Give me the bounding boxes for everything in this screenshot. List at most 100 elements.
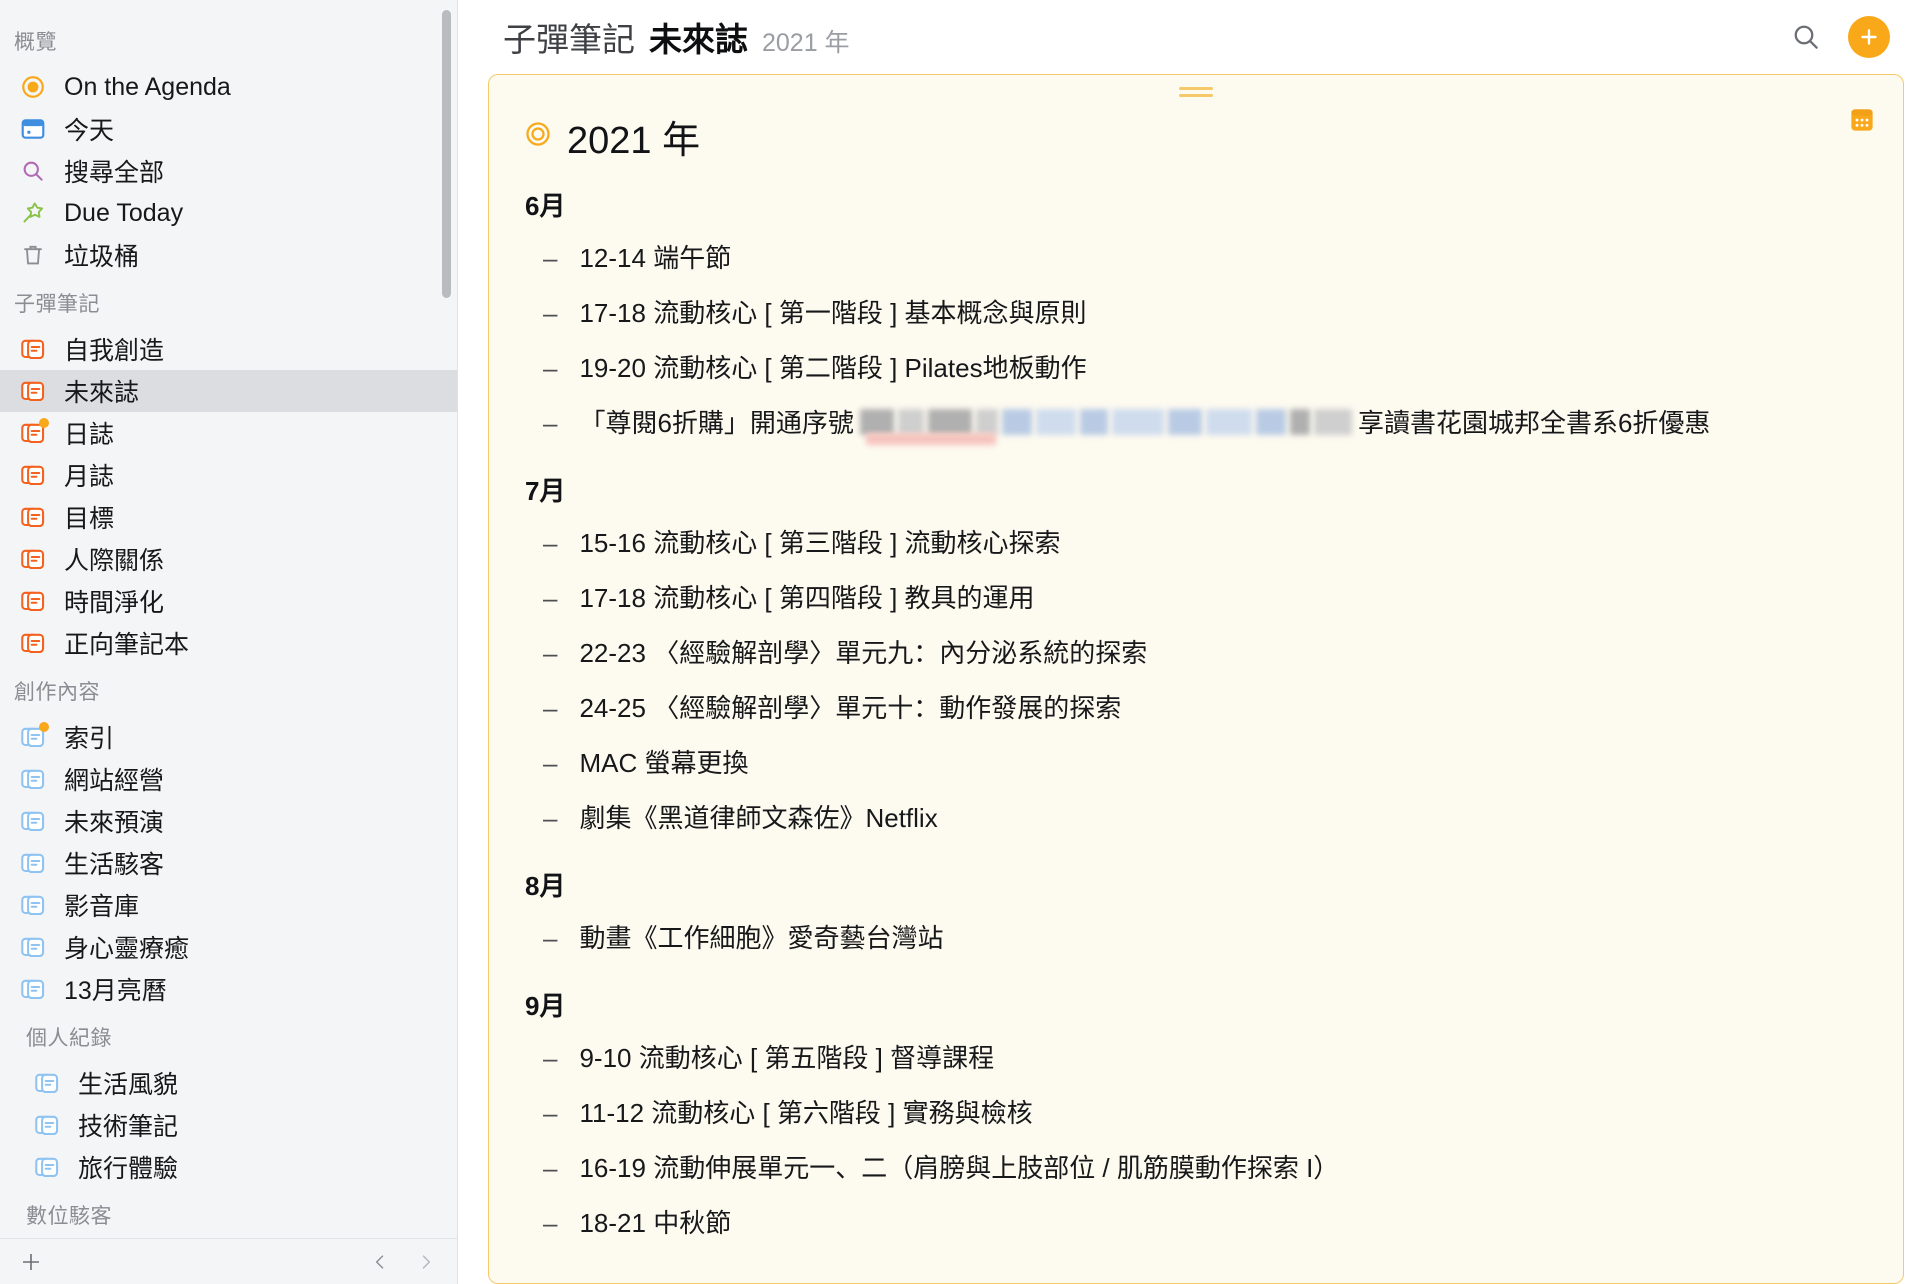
bullet-dash-icon: – — [543, 1153, 558, 1183]
card-title: 2021 年 — [567, 120, 701, 162]
target-circle-icon — [523, 119, 553, 154]
sidebar-item-label: 時間淨化 — [64, 589, 165, 617]
log-entry-text: 15-16 流動核心 [ 第三階段 ] 流動核心探索 — [579, 528, 1061, 558]
log-entry[interactable]: –17-18 流動核心 [ 第四階段 ] 教具的運用 — [523, 569, 1869, 624]
sidebar-item-label: 人際關係 — [64, 547, 165, 575]
app-window: 概覽 On the Agenda 今天 搜尋全部 Due Today 垃圾桶 子彈筆記 自我… — [0, 0, 1920, 1284]
sidebar-item-旅行體驗[interactable]: 旅行體驗 — [0, 1146, 457, 1188]
month-heading: 8月 — [525, 871, 566, 901]
log-entry[interactable]: – 劇集《黑道律師文森佐》Netflix — [523, 789, 1869, 844]
log-entry-text: 12-14 端午節 — [579, 243, 732, 273]
add-entry-button[interactable] — [1848, 16, 1890, 58]
search-icon[interactable] — [1790, 21, 1822, 53]
log-entry-text: 17-18 流動核心 [ 第一階段 ] 基本概念與原則 — [579, 298, 1087, 328]
sidebar-item-網站經營[interactable]: 網站經營 — [0, 758, 457, 800]
log-entry-text-after: 享讀書花園城邦全書系6折優惠 — [1357, 408, 1711, 438]
calendar-icon[interactable] — [1847, 105, 1877, 140]
sidebar-item-13月亮曆[interactable]: 13月亮曆 — [0, 968, 457, 1010]
sidebar-item-人際關係[interactable]: 人際關係 — [0, 538, 457, 580]
unread-badge-dot — [39, 722, 49, 732]
sidebar-item-label: 旅行體驗 — [78, 1155, 179, 1183]
sidebar-item-On the Agenda[interactable]: On the Agenda — [0, 66, 457, 108]
card-title-row: 2021 年 — [523, 109, 1869, 164]
bullet-dash-icon: – — [543, 748, 558, 778]
log-entry[interactable]: – 「尊閱6折購」開通序號 享讀書花園城邦全書系6折優惠 — [523, 394, 1869, 449]
notes-stack-icon — [32, 1068, 62, 1098]
month-heading: 9月 — [525, 991, 566, 1021]
log-entry-text-before: 「尊閱6折購」開通序號 — [579, 408, 854, 438]
log-entry[interactable]: – MAC 螢幕更換 — [523, 734, 1869, 789]
sidebar-item-生活風貌[interactable]: 生活風貌 — [0, 1062, 457, 1104]
next-button[interactable] — [409, 1245, 443, 1279]
notes-stack-icon — [18, 544, 48, 574]
sidebar-item-未來預演[interactable]: 未來預演 — [0, 800, 457, 842]
month-heading: 7月 — [525, 476, 566, 506]
sidebar-item-Due Today[interactable]: Due Today — [0, 192, 457, 234]
notes-stack-icon — [18, 502, 48, 532]
log-entry-text: 24-25 〈經驗解剖學〉單元十：動作發展的探索 — [579, 693, 1122, 723]
log-entry[interactable]: –11-12 流動核心 [ 第六階段 ] 實務與檢核 — [523, 1084, 1869, 1139]
main-panel: 子彈筆記 未來誌 2021 年 2021 年 6月 – 12-14 端午節 – … — [458, 0, 1920, 1284]
sidebar-item-label: 未來預演 — [64, 809, 165, 837]
page-subtitle: 2021 年 — [762, 29, 850, 57]
sidebar-item-月誌[interactable]: 月誌 — [0, 454, 457, 496]
log-entry-text: 17-18 流動核心 [ 第四階段 ] 教具的運用 — [579, 583, 1035, 613]
pin-star-icon — [18, 198, 48, 228]
log-entry[interactable]: –9-10 流動核心 [ 第五階段 ] 督導課程 — [523, 1029, 1869, 1084]
bullet-dash-icon: – — [543, 1043, 558, 1073]
bullet-dash-icon: – — [543, 803, 558, 833]
sidebar-item-時間淨化[interactable]: 時間淨化 — [0, 580, 457, 622]
log-entry[interactable]: –24-25 〈經驗解剖學〉單元十：動作發展的探索 — [523, 679, 1869, 734]
breadcrumb-collection[interactable]: 子彈筆記 — [503, 13, 635, 61]
sidebar-item-label: Due Today — [64, 198, 184, 227]
bullet-dash-icon: – — [543, 1208, 558, 1238]
unread-badge-dot — [39, 418, 49, 428]
notes-stack-icon — [18, 460, 48, 490]
sidebar-item-影音庫[interactable]: 影音庫 — [0, 884, 457, 926]
sidebar-item-label: 未來誌 — [64, 379, 140, 407]
redacted-serial-number — [859, 408, 1352, 445]
sidebar-item-label: 目標 — [64, 505, 115, 533]
log-entry-text: 22-23 〈經驗解剖學〉單元九：內分泌系統的探索 — [579, 638, 1148, 668]
log-entry[interactable]: –19-20 流動核心 [ 第二階段 ] Pilates地板動作 — [523, 339, 1869, 394]
search-icon — [18, 156, 48, 186]
notes-stack-icon — [18, 974, 48, 1004]
card-area: 2021 年 6月 –12-14 端午節 –17-18 流動核心 [ 第一階段 ] … — [458, 74, 1920, 1284]
notes-stack-icon — [18, 334, 48, 364]
log-entry[interactable]: –15-16 流動核心 [ 第三階段 ] 流動核心探索 — [523, 514, 1869, 569]
log-entry-text: 19-20 流動核心 [ 第二階段 ] Pilates地板動作 — [579, 353, 1087, 383]
future-log-card[interactable]: 2021 年 6月 –12-14 端午節 –17-18 流動核心 [ 第一階段 ] … — [488, 74, 1904, 1284]
trash-icon — [18, 240, 48, 270]
log-entry[interactable]: –12-14 端午節 — [523, 229, 1869, 284]
add-list-button[interactable] — [14, 1245, 48, 1279]
sidebar-bottom-bar — [0, 1238, 457, 1284]
log-entry[interactable]: –18-21 中秋節 — [523, 1194, 1869, 1249]
sidebar-scroll-area[interactable]: 概覽 On the Agenda 今天 搜尋全部 Due Today 垃圾桶 子彈筆記 自我… — [0, 0, 457, 1238]
breadcrumb: 子彈筆記 未來誌 2021 年 — [503, 13, 850, 61]
top-bar: 子彈筆記 未來誌 2021 年 — [458, 0, 1920, 74]
sidebar-item-未來誌[interactable]: 未來誌 — [0, 370, 457, 412]
sidebar-item-身心靈療癒[interactable]: 身心靈療癒 — [0, 926, 457, 968]
log-entry-text: 18-21 中秋節 — [579, 1208, 732, 1238]
log-entry[interactable]: –16-19 流動伸展單元一、二（肩膀與上肢部位 / 肌筋膜動作探索 I） — [523, 1139, 1869, 1194]
sidebar-scrollbar[interactable] — [442, 10, 451, 298]
sidebar-item-生活駭客[interactable]: 生活駭客 — [0, 842, 457, 884]
log-entry[interactable]: – 動畫《工作細胞》愛奇藝台灣站 — [523, 909, 1869, 964]
sidebar-item-label: 日誌 — [64, 421, 115, 449]
calendar-icon — [18, 114, 48, 144]
sidebar-item-今天[interactable]: 今天 — [0, 108, 457, 150]
sidebar-item-垃圾桶[interactable]: 垃圾桶 — [0, 234, 457, 276]
drag-handle-icon[interactable] — [1179, 87, 1213, 101]
sidebar-item-目標[interactable]: 目標 — [0, 496, 457, 538]
sidebar-item-日誌[interactable]: 日誌 — [0, 412, 457, 454]
sidebar-item-正向筆記本[interactable]: 正向筆記本 — [0, 622, 457, 664]
log-entry[interactable]: –22-23 〈經驗解剖學〉單元九：內分泌系統的探索 — [523, 624, 1869, 679]
sidebar-item-技術筆記[interactable]: 技術筆記 — [0, 1104, 457, 1146]
sidebar-item-自我創造[interactable]: 自我創造 — [0, 328, 457, 370]
sidebar-item-搜尋全部[interactable]: 搜尋全部 — [0, 150, 457, 192]
log-entry[interactable]: –17-18 流動核心 [ 第一階段 ] 基本概念與原則 — [523, 284, 1869, 339]
bullet-dash-icon: – — [543, 583, 558, 613]
sidebar-item-label: 影音庫 — [64, 893, 140, 921]
previous-button[interactable] — [363, 1245, 397, 1279]
sidebar-item-索引[interactable]: 索引 — [0, 716, 457, 758]
